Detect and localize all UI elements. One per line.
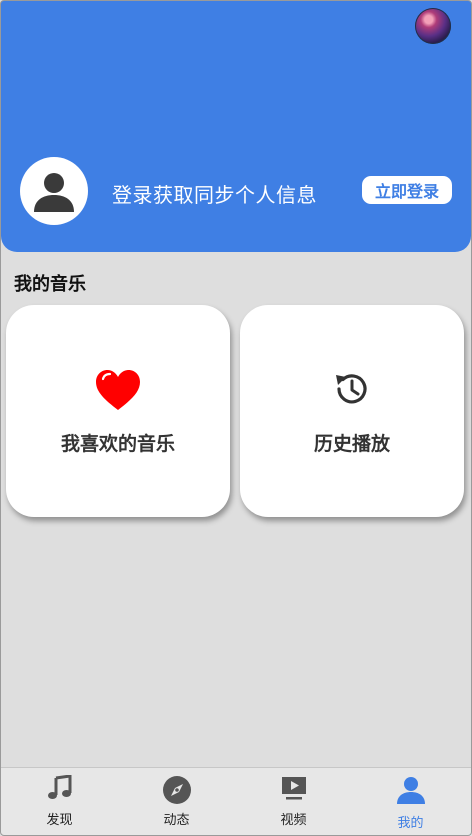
person-icon (396, 777, 425, 804)
section-title-my-music: 我的音乐 (14, 274, 86, 295)
nav-item-feed[interactable]: 动态 (118, 768, 235, 836)
top-avatar[interactable] (415, 8, 451, 44)
nav-label: 动态 (163, 813, 190, 828)
history-icon (336, 374, 367, 404)
login-prompt: 登录获取同步个人信息 (112, 183, 317, 207)
nav-item-mine[interactable]: 我的 (352, 768, 469, 836)
music-note-icon (47, 775, 71, 799)
compass-icon (162, 776, 191, 804)
nav-label: 发现 (46, 813, 73, 828)
history-card[interactable]: 历史播放 (240, 305, 464, 517)
nav-item-video[interactable]: 视频 (235, 768, 352, 836)
favorite-music-card[interactable]: 我喜欢的音乐 (6, 305, 230, 517)
bottom-nav: 发现 动态 视频 我的 (1, 767, 471, 836)
nav-label: 我的 (397, 816, 424, 831)
profile-header: 登录获取同步个人信息 立即登录 (1, 1, 471, 252)
history-label: 历史播放 (313, 433, 390, 455)
nav-item-discover[interactable]: 发现 (1, 768, 118, 836)
favorite-music-label: 我喜欢的音乐 (60, 433, 175, 455)
nav-label: 视频 (280, 813, 307, 828)
login-row: 登录获取同步个人信息 立即登录 (20, 157, 455, 225)
heart-icon (96, 370, 140, 410)
person-avatar-icon (34, 173, 74, 212)
video-play-icon (281, 777, 306, 800)
login-button[interactable]: 立即登录 (362, 176, 452, 204)
user-avatar[interactable] (20, 157, 88, 225)
